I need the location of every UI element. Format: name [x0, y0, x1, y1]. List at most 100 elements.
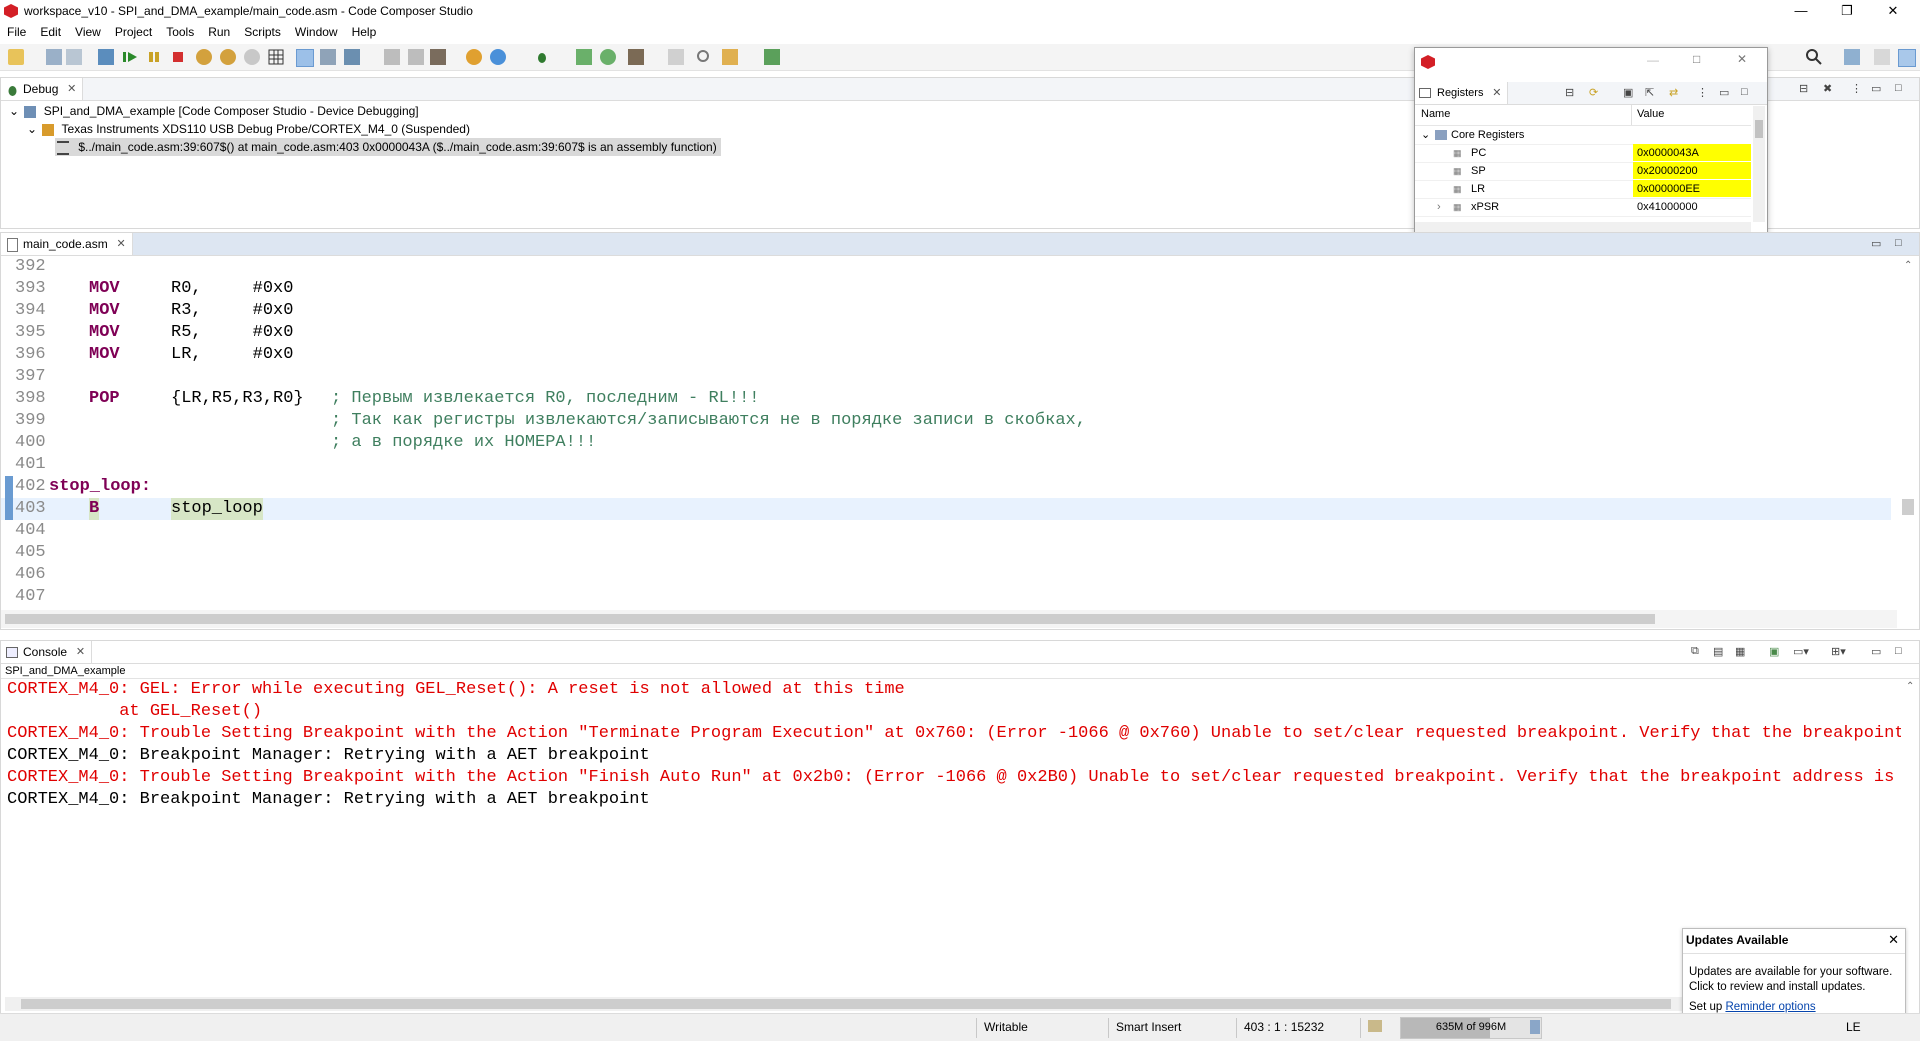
menu-run[interactable]: Run	[201, 25, 237, 39]
debug-run-icon[interactable]	[466, 49, 482, 65]
pin-console-icon[interactable]: ▣	[1769, 645, 1779, 658]
chevron-up-icon[interactable]: ⌃	[1906, 681, 1914, 692]
clear-console-icon[interactable]: ⧉	[1691, 645, 1699, 658]
tab-debug[interactable]: Debug ✕	[1, 78, 84, 100]
current-code-line[interactable]: 403 Bstop_loop	[1, 498, 1891, 520]
minimize-icon[interactable]: ▭	[1719, 86, 1729, 99]
register-value[interactable]: 0x41000000	[1633, 198, 1751, 215]
perspective-edit-icon[interactable]	[1844, 49, 1860, 65]
code-line[interactable]: 402 stop_loop:	[1, 476, 1891, 498]
close-button[interactable]: ✕	[1870, 0, 1916, 22]
code-editor[interactable]: 392 393 MOV R0, #0x0 394 MOV R3, #0x0 395 MOV R5,…	[1, 256, 1891, 607]
word-wrap-icon[interactable]: ▦	[1735, 645, 1745, 658]
search-icon[interactable]	[1806, 49, 1822, 65]
menu-file[interactable]: File	[0, 25, 33, 39]
scrollbar-thumb[interactable]	[1755, 120, 1763, 138]
updates-notification[interactable]: Updates Available ✕ Updates are availabl…	[1682, 928, 1906, 1020]
register-row[interactable]: ▦ LR 0x000000EE	[1415, 180, 1751, 199]
suspend-icon[interactable]	[146, 49, 162, 65]
pin-icon[interactable]	[722, 49, 738, 65]
search-circle-icon[interactable]	[696, 49, 712, 65]
menu-edit[interactable]: Edit	[33, 25, 68, 39]
perspective-ccs-icon[interactable]	[1874, 49, 1890, 65]
console-hscrollbar[interactable]	[5, 997, 1899, 1011]
minimize-icon[interactable]: ▭	[1871, 82, 1881, 95]
view-menu-icon[interactable]: ⋮	[1697, 86, 1708, 99]
debug-session-row[interactable]: ⌄ SPI_and_DMA_example [Code Composer Stu…	[9, 102, 419, 120]
chevron-up-icon[interactable]: ⌃	[1904, 260, 1912, 271]
connect-icon[interactable]	[320, 49, 336, 65]
instruction-step-icon[interactable]	[296, 49, 314, 67]
column-divider[interactable]	[1631, 105, 1632, 125]
maximize-icon[interactable]: □	[1741, 86, 1748, 98]
code-line[interactable]: 393 MOV R0, #0x0	[1, 278, 1891, 300]
window-minimize-button[interactable]: —	[1647, 53, 1659, 67]
menu-window[interactable]: Window	[288, 25, 345, 39]
load-program-icon[interactable]	[344, 49, 360, 65]
close-icon[interactable]: ✕	[117, 233, 126, 255]
register-value[interactable]: 0x0000043A	[1633, 144, 1751, 161]
collapse-icon[interactable]: ⊟	[1799, 82, 1808, 95]
step-icon[interactable]	[576, 49, 592, 65]
col-value-header[interactable]: Value	[1637, 108, 1664, 120]
refresh-icon[interactable]: ⟳	[1589, 86, 1598, 99]
code-line[interactable]: 407	[1, 586, 1891, 607]
progress-icon[interactable]	[1368, 1020, 1382, 1032]
step-into-icon[interactable]	[196, 49, 212, 65]
code-line[interactable]: 401	[1, 454, 1891, 476]
code-line[interactable]: 405	[1, 542, 1891, 564]
menu-view[interactable]: View	[68, 25, 108, 39]
terminate-icon[interactable]	[170, 49, 186, 65]
garbage-collect-icon[interactable]	[1530, 1020, 1540, 1034]
minimize-button[interactable]: —	[1778, 0, 1824, 22]
code-line[interactable]: 398 POP {LR,R5,R3,R0} ; Первым извлекается …	[1, 388, 1891, 410]
new-icon[interactable]	[8, 49, 24, 65]
debug-target-row[interactable]: ⌄ Texas Instruments XDS110 USB Debug Pro…	[27, 120, 470, 138]
tab-registers[interactable]: Registers ✕	[1415, 82, 1509, 104]
build-icon[interactable]	[430, 49, 446, 65]
bug-icon[interactable]	[534, 49, 550, 65]
register-row[interactable]: ▦ PC 0x0000043A	[1415, 144, 1751, 163]
export-icon[interactable]: ⇱	[1645, 86, 1654, 99]
code-line[interactable]: 404	[1, 520, 1891, 542]
maximize-button[interactable]: ❐	[1824, 0, 1870, 22]
remove-terminated-icon[interactable]: ✖	[1823, 82, 1832, 95]
window-icon[interactable]	[668, 49, 684, 65]
status-position[interactable]: 403 : 1 : 15232	[1244, 1020, 1324, 1034]
tab-main-code-asm[interactable]: main_code.asm ✕	[1, 233, 133, 255]
step-return-icon[interactable]	[244, 49, 260, 65]
editor-vscrollbar[interactable]: ⌃	[1897, 257, 1919, 607]
scrollbar-thumb[interactable]	[1902, 499, 1914, 515]
save-icon[interactable]	[46, 49, 62, 65]
register-row[interactable]: ▦ SP 0x20000200	[1415, 162, 1751, 181]
code-line[interactable]: 394 MOV R3, #0x0	[1, 300, 1891, 322]
new-group-icon[interactable]: ▣	[1623, 86, 1633, 99]
editor-hscrollbar[interactable]	[1, 610, 1897, 628]
close-icon[interactable]: ✕	[1492, 82, 1501, 104]
notification-close-button[interactable]: ✕	[1888, 932, 1899, 948]
status-insert-mode[interactable]: Smart Insert	[1116, 1020, 1181, 1034]
menu-help[interactable]: Help	[345, 25, 384, 39]
collapse-all-icon[interactable]: ⊟	[1565, 86, 1574, 99]
save-all-icon[interactable]	[66, 49, 82, 65]
scrollbar-thumb[interactable]	[5, 614, 1655, 624]
code-line[interactable]: 392	[1, 256, 1891, 278]
code-line[interactable]: 400 ; а в порядке их НОМЕРА!!!	[1, 432, 1891, 454]
register-value[interactable]: 0x000000EE	[1633, 180, 1751, 197]
restart-icon[interactable]	[408, 49, 424, 65]
code-line[interactable]: 406	[1, 564, 1891, 586]
maximize-icon[interactable]: □	[1895, 82, 1902, 94]
code-line[interactable]: 395 MOV R5, #0x0	[1, 322, 1891, 344]
memory-grid-icon[interactable]	[268, 49, 284, 65]
resume-icon[interactable]	[122, 49, 138, 65]
maximize-icon[interactable]: □	[1895, 645, 1902, 657]
window-close-button[interactable]: ✕	[1737, 52, 1747, 66]
register-group-row[interactable]: ⌄ Core Registers	[1415, 126, 1751, 145]
registers-vscrollbar[interactable]	[1753, 106, 1765, 222]
perspective-debug-icon[interactable]	[1898, 49, 1916, 67]
code-line[interactable]: 399 ; Так как регистры извлекаются/записы…	[1, 410, 1891, 432]
display-console-icon[interactable]: ▭▾	[1793, 645, 1809, 658]
menu-tools[interactable]: Tools	[159, 25, 201, 39]
step-over-icon[interactable]	[220, 49, 236, 65]
open-perspective-icon[interactable]	[764, 49, 780, 65]
